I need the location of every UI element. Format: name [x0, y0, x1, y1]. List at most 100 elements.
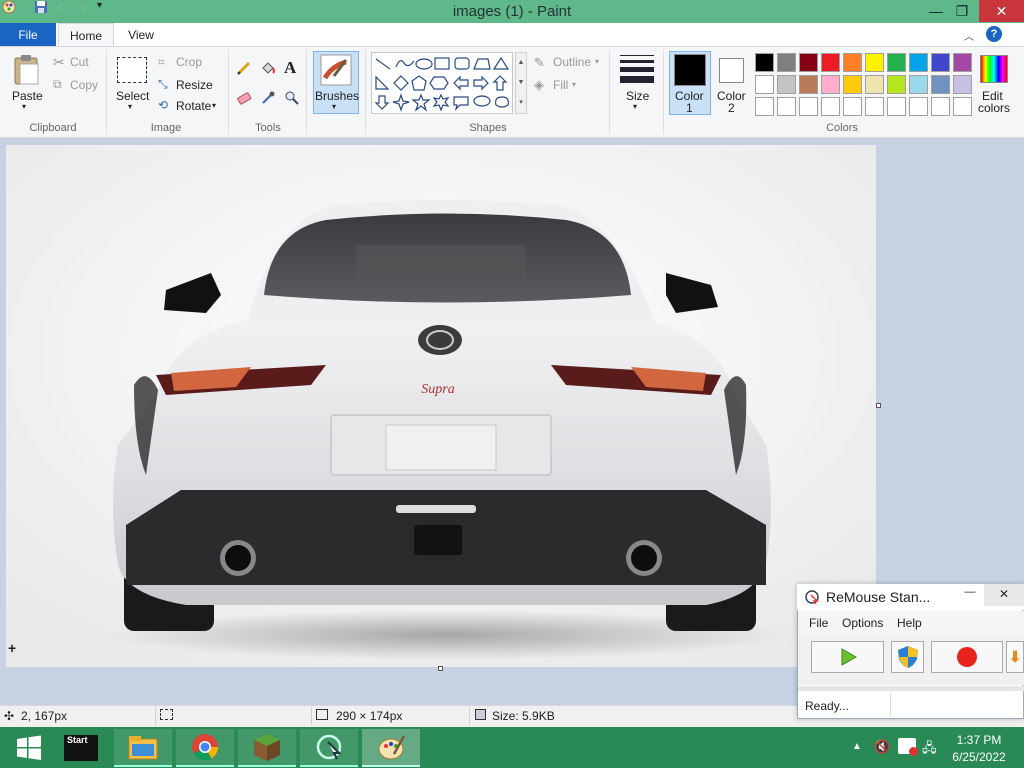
resize-handle-bottom[interactable] [438, 666, 443, 671]
resize-button[interactable]: Resize [176, 78, 213, 92]
palette-swatch[interactable] [865, 75, 884, 94]
color-picker-icon[interactable] [260, 90, 276, 109]
palette-swatch-empty[interactable] [799, 97, 818, 116]
copy-button[interactable]: Copy [70, 78, 98, 92]
rotate-button[interactable]: Rotate [176, 99, 211, 113]
remouse-menu-help[interactable]: Help [897, 616, 922, 630]
edit-colors-icon[interactable] [980, 55, 1008, 83]
remouse-minimize-button[interactable]: — [958, 586, 982, 604]
palette-swatch-empty[interactable] [755, 97, 774, 116]
select-icon[interactable] [117, 57, 147, 83]
volume-muted-icon[interactable]: 🔇 [874, 739, 890, 755]
divider [228, 50, 229, 134]
remouse-shield-button[interactable] [891, 641, 924, 673]
outline-dropdown-icon[interactable]: ▾ [595, 57, 599, 66]
remouse-record-button[interactable] [931, 641, 1003, 673]
palette-swatch[interactable] [931, 75, 950, 94]
palette-swatch-empty[interactable] [843, 97, 862, 116]
windows-start-icon[interactable] [0, 729, 58, 767]
rotate-dropdown-icon[interactable]: ▾ [212, 101, 216, 110]
clock-time[interactable]: 1:37 PM [944, 733, 1014, 747]
palette-swatch[interactable] [843, 75, 862, 94]
fill-dropdown-icon[interactable]: ▾ [572, 80, 576, 89]
outline-button[interactable]: Outline [553, 55, 591, 69]
divider [106, 50, 107, 134]
palette-swatch-empty[interactable] [931, 97, 950, 116]
tab-file[interactable]: File [0, 23, 56, 47]
palette-swatch[interactable] [821, 53, 840, 72]
shapes-scroll[interactable]: ▲ ▼ ▾ [515, 52, 527, 114]
clock-date[interactable]: 6/25/2022 [944, 750, 1014, 764]
collapse-ribbon-icon[interactable]: ︿ [964, 28, 974, 43]
palette-swatch-empty[interactable] [865, 97, 884, 116]
minecraft-icon[interactable] [238, 729, 296, 767]
color2-number: 2 [728, 101, 735, 115]
palette-swatch[interactable] [953, 53, 972, 72]
action-center-icon[interactable] [898, 738, 918, 756]
paint-icon[interactable] [362, 729, 420, 767]
show-hidden-icons[interactable]: ▲ [852, 741, 862, 752]
text-tool-icon[interactable]: A [284, 58, 296, 78]
palette-swatch[interactable] [865, 53, 884, 72]
palette-swatch[interactable] [777, 75, 796, 94]
palette-swatch[interactable] [777, 53, 796, 72]
divider [311, 707, 312, 725]
resize-handle-right[interactable] [876, 403, 881, 408]
palette-swatch[interactable] [843, 53, 862, 72]
size-icon[interactable] [620, 55, 654, 83]
palette-swatch[interactable] [755, 53, 774, 72]
palette-swatch-empty[interactable] [821, 97, 840, 116]
shapes-gallery[interactable] [371, 52, 513, 114]
palette-swatch-empty[interactable] [953, 97, 972, 116]
size-dropdown-icon[interactable]: ▾ [633, 102, 637, 111]
paste-button[interactable]: Paste [12, 89, 43, 103]
canvas[interactable]: Supra [6, 145, 876, 667]
remouse-close-button[interactable]: ✕ [984, 584, 1024, 606]
palette-swatch[interactable] [799, 53, 818, 72]
palette-swatch-empty[interactable] [887, 97, 906, 116]
fill-bucket-icon[interactable] [260, 60, 276, 79]
close-button[interactable]: ✕ [979, 0, 1024, 22]
palette-swatch-empty[interactable] [777, 97, 796, 116]
paste-dropdown-icon[interactable]: ▾ [22, 102, 26, 111]
help-icon[interactable]: ? [986, 26, 1002, 42]
palette-swatch[interactable] [821, 75, 840, 94]
select-dropdown-icon[interactable]: ▾ [128, 102, 132, 111]
palette-swatch[interactable] [887, 53, 906, 72]
divider [609, 50, 610, 134]
brushes-dropdown-icon[interactable]: ▾ [332, 102, 336, 111]
palette-swatch[interactable] [931, 53, 950, 72]
crop-button[interactable]: Crop [176, 55, 202, 69]
tab-home[interactable]: Home [58, 23, 114, 47]
eraser-icon[interactable] [236, 90, 252, 109]
cut-button[interactable]: Cut [70, 55, 89, 69]
image-group-label: Image [150, 122, 182, 134]
chrome-icon[interactable] [176, 729, 234, 767]
remouse-play-button[interactable] [811, 641, 884, 673]
palette-swatch[interactable] [755, 75, 774, 94]
select-button[interactable]: Select [116, 89, 149, 103]
palette-swatch-empty[interactable] [909, 97, 928, 116]
color1-swatch [674, 54, 706, 86]
magnifier-icon[interactable] [284, 90, 300, 109]
remouse-down-arrow-icon[interactable]: ⬇ [1006, 641, 1024, 673]
palette-swatch[interactable] [887, 75, 906, 94]
fill-button[interactable]: Fill [553, 78, 568, 92]
color2-swatch[interactable] [719, 58, 744, 83]
pencil-icon[interactable] [236, 60, 252, 79]
remouse-menu-options[interactable]: Options [842, 616, 883, 630]
file-explorer-icon[interactable] [114, 729, 172, 767]
palette-swatch[interactable] [909, 53, 928, 72]
tab-view[interactable]: View [118, 23, 164, 47]
edit-colors-label-2[interactable]: colors [978, 101, 1010, 115]
palette-swatch[interactable] [799, 75, 818, 94]
palette-swatch[interactable] [953, 75, 972, 94]
restore-button[interactable]: ❐ [945, 0, 979, 22]
paste-icon[interactable] [12, 54, 42, 89]
network-icon[interactable]: 🖧 [922, 739, 937, 761]
remouse-menu-file[interactable]: File [809, 616, 828, 630]
remouse-icon[interactable] [300, 729, 358, 767]
resize-icon: ⤡ [158, 77, 168, 91]
start-app-icon[interactable]: Start [52, 729, 110, 767]
palette-swatch[interactable] [909, 75, 928, 94]
